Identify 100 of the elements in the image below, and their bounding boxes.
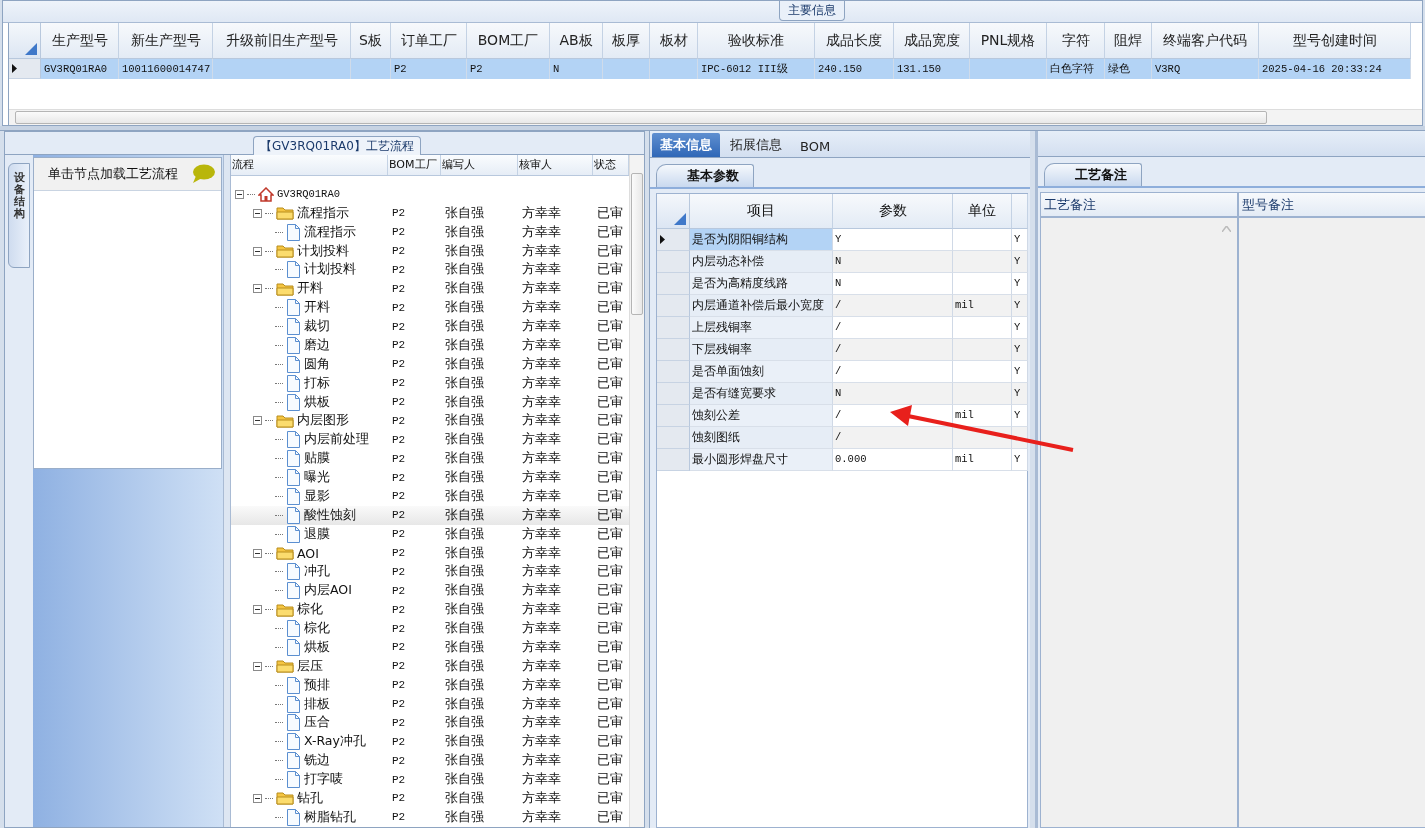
scroll-up-icon[interactable] (1222, 226, 1231, 232)
column-header[interactable]: 成品宽度 (894, 23, 970, 59)
table-cell: GV3RQ01RA0 (41, 59, 119, 79)
table-cell-text: 已审 (596, 714, 624, 732)
tree-node-label[interactable]: 计划投料 (297, 242, 349, 260)
table-cell-text: 方幸幸 (521, 714, 562, 732)
tree-node-label[interactable]: 退膜 (304, 525, 330, 543)
column-header[interactable]: AB板 (550, 23, 603, 59)
tree-node-label[interactable]: 开料 (304, 299, 330, 317)
expand-toggle[interactable] (253, 284, 262, 294)
column-header[interactable]: 流程 (231, 155, 388, 175)
tree-node-label[interactable]: 钻孔 (297, 789, 323, 807)
column-header[interactable]: PNL规格 (970, 23, 1047, 59)
tree-node-label[interactable]: GV3RQ01RA0 (277, 188, 340, 201)
column-header[interactable]: 参数 (833, 194, 953, 229)
tree-node-label[interactable]: 排板 (304, 695, 330, 713)
expand-toggle[interactable] (253, 793, 262, 803)
tree-node-label[interactable]: 层压 (297, 657, 323, 675)
tree-node-label[interactable]: 磨边 (304, 336, 330, 354)
table-cell: / (833, 295, 953, 317)
table-cell-text: 已审 (596, 374, 624, 392)
column-header[interactable]: 订单工厂 (391, 23, 467, 59)
column-header[interactable]: 项目 (690, 194, 833, 229)
tab[interactable]: 基本信息 (652, 133, 720, 157)
tree-node-label[interactable]: 计划投料 (304, 261, 356, 279)
column-header[interactable]: 阻焊 (1105, 23, 1152, 59)
tree-node-label[interactable]: 铣边 (304, 752, 330, 770)
column-header[interactable]: 核审人 (518, 155, 593, 175)
tree-node-label[interactable]: 烘板 (304, 393, 330, 411)
expand-toggle[interactable] (253, 416, 262, 426)
column-header[interactable] (1012, 194, 1028, 229)
tree-node-label[interactable]: 烘板 (304, 638, 330, 656)
column-header[interactable]: 升级前旧生产型号 (213, 23, 351, 59)
column-header[interactable]: 成品长度 (815, 23, 894, 59)
tree-node-label[interactable]: 开料 (297, 280, 323, 298)
tree-node-label[interactable]: 裁切 (304, 318, 330, 336)
tree-node-label[interactable]: 显影 (304, 487, 330, 505)
table-cell-text: 张自强 (444, 676, 485, 694)
column-header[interactable]: S板 (351, 23, 391, 59)
sub-tab[interactable]: 基本参数 (656, 164, 754, 187)
tree-node-label[interactable]: 流程指示 (304, 223, 356, 241)
table-cell-text: 张自强 (444, 789, 485, 807)
tree-node-label[interactable]: 棕化 (297, 601, 323, 619)
tree-node-label[interactable]: 流程指示 (297, 204, 349, 222)
expand-toggle[interactable] (253, 605, 262, 615)
column-header[interactable]: 终端客户代码 (1152, 23, 1259, 59)
table-cell-text: 已审 (596, 601, 624, 619)
table-cell-text: 方幸幸 (521, 393, 562, 411)
column-header[interactable]: 板厚 (603, 23, 650, 59)
table-cell: Y (1012, 361, 1028, 383)
side-tab[interactable]: 设备结构 (8, 163, 30, 268)
tree-node-label[interactable]: 压合 (304, 714, 330, 732)
row-header[interactable] (9, 59, 41, 79)
tab[interactable]: BOM (792, 136, 839, 157)
table-cell-text: 方幸幸 (521, 431, 562, 449)
expand-toggle[interactable] (253, 246, 262, 256)
expand-toggle[interactable] (253, 661, 262, 671)
tree-node-label[interactable]: AOI (297, 545, 319, 561)
tree-node-label[interactable]: 酸性蚀刻 (304, 506, 356, 524)
table-cell: / (833, 361, 953, 383)
tree-node-label[interactable]: 贴膜 (304, 450, 330, 468)
column-header[interactable]: 字符 (1047, 23, 1105, 59)
tree-node-label[interactable]: 打字唛 (304, 771, 343, 789)
tree-node-label[interactable]: 内层图形 (297, 412, 349, 430)
tree-node-label[interactable]: 棕化 (304, 620, 330, 638)
row-header[interactable] (657, 229, 690, 251)
tree-node-label[interactable]: X-Ray冲孔 (304, 733, 366, 751)
table-cell-text: 方幸幸 (521, 638, 562, 656)
column-header[interactable]: 验收标准 (698, 23, 815, 59)
table-cell-text: 张自强 (444, 204, 485, 222)
scrollbar[interactable] (629, 155, 644, 827)
table-cell: 绿色 (1105, 59, 1152, 79)
column-header[interactable]: 型号创建时间 (1259, 23, 1411, 59)
tab[interactable]: 拓展信息 (722, 133, 790, 157)
column-header[interactable]: 新生产型号 (119, 23, 213, 59)
column-header[interactable]: 单位 (953, 194, 1012, 229)
table-cell-text: 张自强 (444, 393, 485, 411)
column-header[interactable]: BOM工厂 (467, 23, 550, 59)
tree-node-label[interactable]: 圆角 (304, 355, 330, 373)
expand-toggle[interactable] (253, 548, 262, 558)
expand-toggle[interactable] (253, 208, 262, 218)
tree-node-label[interactable]: 内层AOI (304, 582, 352, 600)
table-cell-text: 已审 (596, 431, 624, 449)
tree-node-label[interactable]: 内层前处理 (304, 431, 369, 449)
expand-toggle[interactable] (235, 189, 244, 199)
sub-tab[interactable]: 工艺备注 (1044, 163, 1142, 186)
scrollbar[interactable] (9, 109, 1422, 125)
column-header[interactable]: 生产型号 (41, 23, 119, 59)
column-header[interactable]: 板材 (650, 23, 698, 59)
tree-node-label[interactable]: 树脂钻孔 (304, 808, 356, 826)
table-cell-text: P2 (391, 735, 407, 748)
tree-node-label[interactable]: 曝光 (304, 469, 330, 487)
table-cell-text: 方幸幸 (521, 469, 562, 487)
tree-node-label[interactable]: 打标 (304, 374, 330, 392)
tree-node-label[interactable]: 预排 (304, 676, 330, 694)
tree-node-label[interactable]: 冲孔 (304, 563, 330, 581)
column-header[interactable]: BOM工厂 (388, 155, 441, 175)
table-cell-text: 已审 (596, 355, 624, 373)
column-header[interactable]: 编写人 (441, 155, 518, 175)
table-cell-text: P2 (391, 660, 407, 673)
